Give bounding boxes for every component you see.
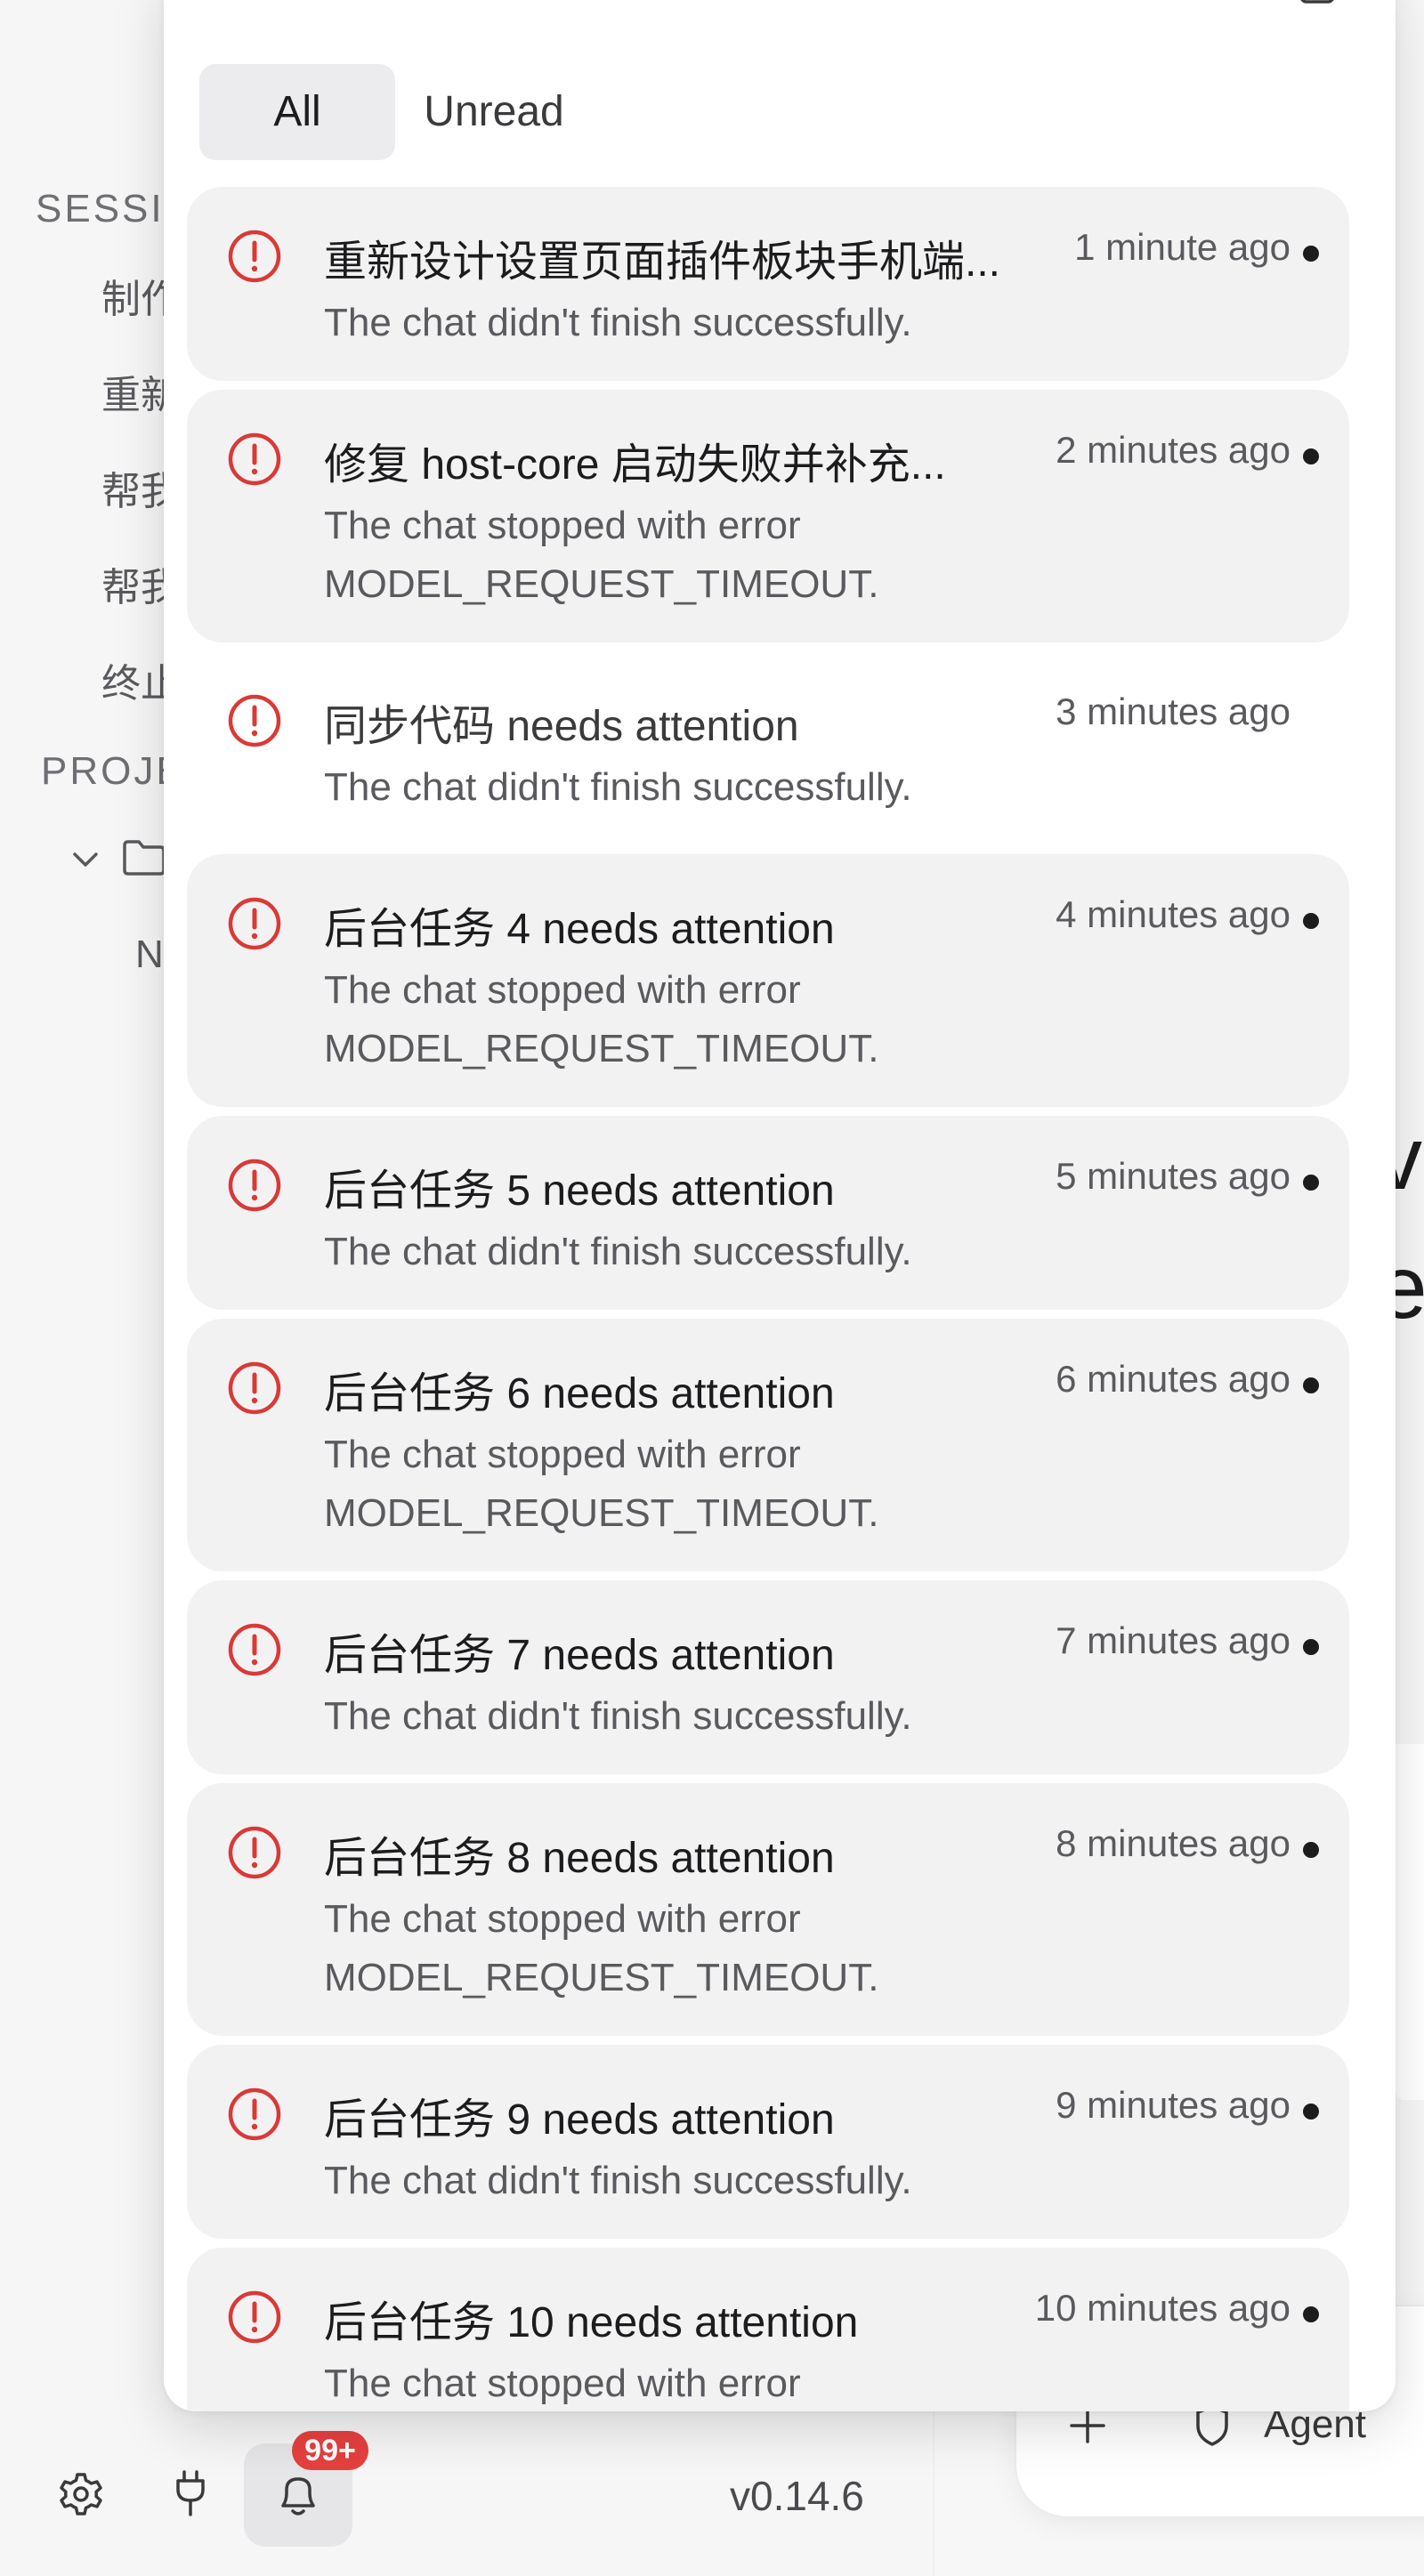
- plus-icon[interactable]: [1068, 2406, 1107, 2445]
- notification-item[interactable]: 后台任务 4 needs attention 4 minutes ago The…: [187, 854, 1349, 1107]
- notification-body: The chat didn't finish successfully.: [324, 2159, 912, 2202]
- notification-title: 后台任务 9 needs attention: [324, 2096, 835, 2144]
- notification-time: 6 minutes ago: [1056, 1358, 1290, 1400]
- error-circle-icon: [228, 1361, 281, 1415]
- notification-time: 7 minutes ago: [1056, 1619, 1290, 1661]
- main-card-edge: [1396, 1744, 1424, 2100]
- error-circle-icon: [228, 230, 281, 283]
- notification-item[interactable]: 后台任务 8 needs attention 8 minutes ago The…: [187, 1783, 1349, 2036]
- notification-title: 后台任务 6 needs attention: [324, 1370, 835, 1417]
- notification-time: 4 minutes ago: [1056, 893, 1290, 935]
- notification-list: 重新设计设置页面插件板块手机端... 1 minute ago The chat…: [187, 187, 1349, 2411]
- error-circle-icon: [228, 432, 281, 486]
- notification-title: 后台任务 4 needs attention: [324, 906, 835, 953]
- notification-time: 1 minute ago: [1074, 226, 1290, 268]
- unread-dot: [1303, 1175, 1319, 1191]
- error-circle-icon: [228, 1826, 281, 1879]
- unread-dot: [1303, 913, 1319, 929]
- notification-title: 重新设计设置页面插件板块手机端...: [324, 238, 1001, 286]
- notification-body: The chat didn't finish successfully.: [324, 1694, 912, 1738]
- mark-all-read-icon[interactable]: [1296, 0, 1339, 5]
- folder-icon: [123, 840, 166, 876]
- notification-item[interactable]: 后台任务 9 needs attention 9 minutes ago The…: [187, 2045, 1349, 2239]
- unread-dot: [1303, 2104, 1319, 2120]
- notification-body: The chat stopped with error MODEL_REQUES…: [324, 2362, 801, 2405]
- notifications-panel: Notifications All Unread 重新设计设置页面插件板块手机端…: [164, 0, 1396, 2411]
- unread-dot: [1303, 1842, 1319, 1858]
- notification-title: 后台任务 10 needs attention: [324, 2299, 859, 2346]
- project-item[interactable]: N: [135, 933, 164, 977]
- notification-time: 3 minutes ago: [1056, 690, 1290, 732]
- notification-item[interactable]: 重新设计设置页面插件板块手机端... 1 minute ago The chat…: [187, 187, 1349, 381]
- notification-body: The chat didn't finish successfully.: [324, 1230, 912, 1273]
- notification-title: 后台任务 8 needs attention: [324, 1835, 835, 1882]
- gear-icon[interactable]: [59, 2472, 103, 2516]
- notification-time: 5 minutes ago: [1056, 1155, 1290, 1197]
- notification-body: The chat stopped with error MODEL_REQUES…: [324, 968, 879, 1070]
- notification-body: The chat stopped with error MODEL_REQUES…: [324, 1433, 879, 1535]
- unread-dot: [1303, 2306, 1319, 2322]
- unread-dot: [1303, 1377, 1319, 1393]
- notification-time: 8 minutes ago: [1056, 1822, 1290, 1864]
- error-circle-icon: [228, 897, 281, 950]
- chevron-down-icon[interactable]: [68, 842, 103, 877]
- notification-item[interactable]: 修复 host-core 启动失败并补充... 2 minutes ago Th…: [187, 390, 1349, 642]
- notification-item[interactable]: 后台任务 5 needs attention 5 minutes ago The…: [187, 1116, 1349, 1310]
- notification-item[interactable]: 后台任务 6 needs attention 6 minutes ago The…: [187, 1319, 1349, 1571]
- unread-dot: [1303, 1639, 1319, 1655]
- notification-body: The chat stopped with error MODEL_REQUES…: [324, 1897, 879, 1999]
- unread-dot: [1303, 448, 1319, 464]
- unread-dot: [1303, 246, 1319, 262]
- notification-item[interactable]: 后台任务 10 needs attention 10 minutes ago T…: [187, 2248, 1349, 2411]
- notification-body: The chat stopped with error MODEL_REQUES…: [324, 504, 879, 606]
- error-circle-icon: [228, 1159, 281, 1212]
- notification-title: 后台任务 7 needs attention: [324, 1632, 835, 1679]
- notification-time: 9 minutes ago: [1056, 2084, 1290, 2126]
- error-circle-icon: [228, 694, 281, 747]
- error-circle-icon: [228, 2290, 281, 2344]
- panel-title: Notifications: [214, 0, 483, 7]
- notification-count-badge: 99+: [292, 2431, 368, 2470]
- notification-title: 同步代码 needs attention: [324, 703, 799, 750]
- tab-unread[interactable]: Unread: [400, 64, 587, 160]
- notification-body: The chat didn't finish successfully.: [324, 301, 912, 344]
- plug-icon[interactable]: [174, 2468, 206, 2518]
- notification-item[interactable]: 同步代码 needs attention 3 minutes ago The c…: [187, 651, 1349, 845]
- app-version: v0.14.6: [730, 2473, 864, 2519]
- notification-body: The chat didn't finish successfully.: [324, 765, 912, 809]
- notification-title: 后台任务 5 needs attention: [324, 1167, 835, 1215]
- notification-time: 10 minutes ago: [1034, 2287, 1290, 2329]
- notification-title: 修复 host-core 启动失败并补充...: [324, 441, 946, 489]
- bell-icon: [281, 2477, 315, 2515]
- notification-time: 2 minutes ago: [1056, 429, 1290, 471]
- tab-all[interactable]: All: [199, 64, 395, 160]
- notification-item[interactable]: 后台任务 7 needs attention 7 minutes ago The…: [187, 1580, 1349, 1774]
- error-circle-icon: [228, 2087, 281, 2141]
- error-circle-icon: [228, 1623, 281, 1676]
